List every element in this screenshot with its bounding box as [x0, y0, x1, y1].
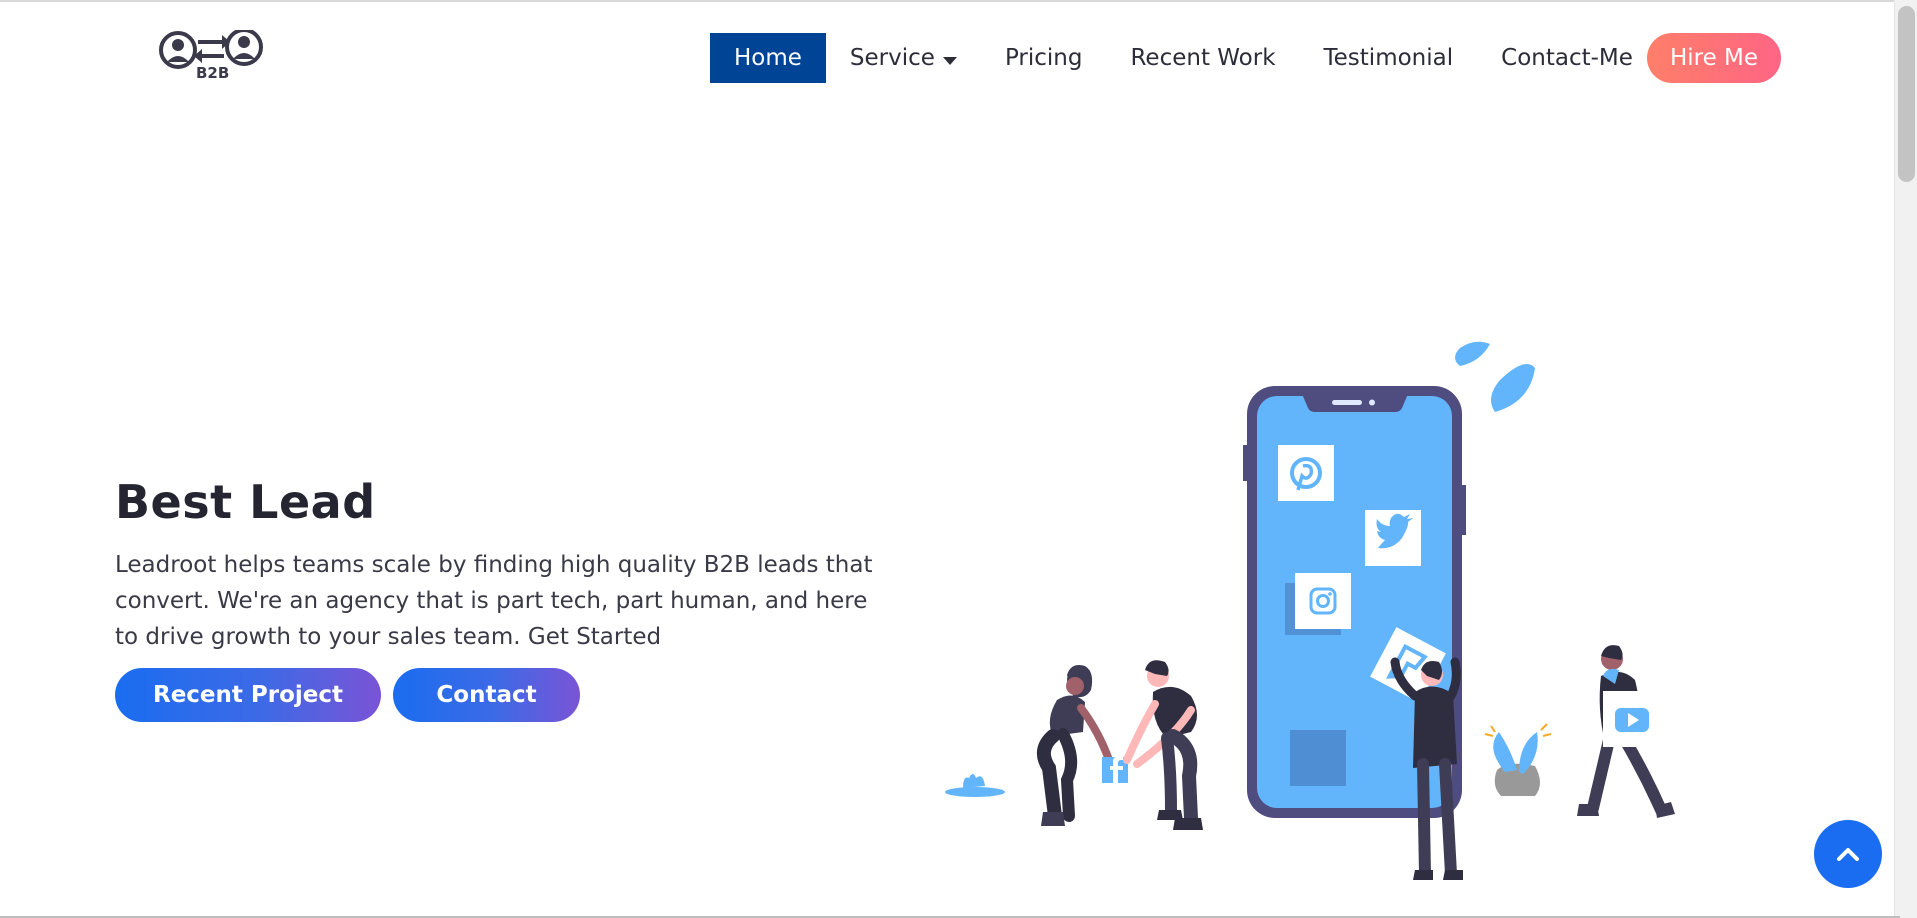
- leaf-icon: [1455, 341, 1535, 412]
- nav-home-label: Home: [734, 45, 802, 71]
- logo-text: B2B: [196, 64, 230, 82]
- nav-pricing[interactable]: Pricing: [981, 33, 1107, 83]
- top-border: [0, 0, 1900, 2]
- plant-icon: [945, 774, 1005, 797]
- page: B2B Home Service Pricing Recent Work Tes…: [0, 0, 1917, 918]
- twitter-icon: [1365, 510, 1421, 566]
- social-media-illustration: [945, 341, 1675, 880]
- plant-rock-icon: [1484, 723, 1552, 796]
- hire-me-button[interactable]: Hire Me: [1647, 33, 1781, 83]
- nav-pricing-label: Pricing: [1004, 45, 1083, 71]
- youtube-icon: [1603, 691, 1661, 747]
- scrollbar-thumb[interactable]: [1898, 6, 1915, 182]
- nav-testimonial-label: Testimonial: [1323, 45, 1454, 71]
- nav-recent-work-label: Recent Work: [1130, 45, 1276, 71]
- nav-recent-work[interactable]: Recent Work: [1106, 33, 1299, 83]
- logo[interactable]: B2B: [158, 28, 264, 82]
- hero-illustration: [945, 340, 1725, 885]
- nav-service[interactable]: Service: [826, 33, 981, 83]
- contact-button[interactable]: Contact: [393, 668, 580, 722]
- nav-home[interactable]: Home: [710, 33, 826, 83]
- caret-down-icon: [942, 57, 957, 65]
- recent-project-button[interactable]: Recent Project: [115, 668, 381, 722]
- chevron-up-icon: [1837, 848, 1859, 861]
- nav-testimonial[interactable]: Testimonial: [1300, 33, 1478, 83]
- recent-project-label: Recent Project: [152, 682, 344, 708]
- hire-me-label: Hire Me: [1669, 45, 1759, 71]
- contact-label: Contact: [436, 682, 537, 708]
- back-to-top-button[interactable]: [1814, 820, 1882, 888]
- person-man-center: [1123, 660, 1203, 830]
- hero-description: Leadroot helps teams scale by finding hi…: [115, 552, 873, 650]
- hero-title: Best Lead: [115, 475, 376, 529]
- nav-contact-me[interactable]: Contact-Me: [1477, 33, 1657, 83]
- person-woman: [1036, 665, 1113, 826]
- main-nav: Home Service Pricing Recent Work Testimo…: [710, 33, 1657, 83]
- instagram-icon: [1295, 573, 1351, 629]
- nav-contact-me-label: Contact-Me: [1501, 45, 1633, 71]
- scrollbar[interactable]: [1894, 0, 1917, 918]
- pinterest-icon: [1278, 445, 1334, 501]
- nav-service-label: Service: [849, 45, 935, 71]
